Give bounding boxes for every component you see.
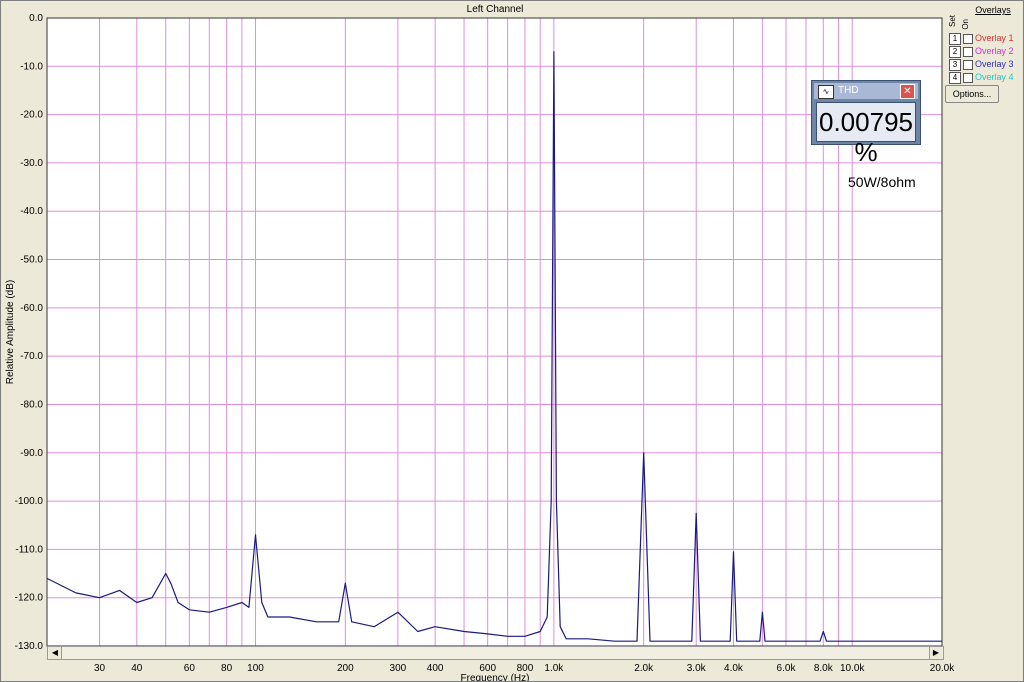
overlay-set-button[interactable]: 4 (949, 72, 961, 84)
y-tick-label: -10.0 (20, 61, 43, 72)
y-tick-label: -80.0 (20, 399, 43, 410)
overlay-set-button[interactable]: 1 (949, 33, 961, 45)
close-icon[interactable]: ✕ (900, 84, 915, 99)
analyzer-window: Left Channel Frequency (Hz) Relative Amp… (0, 0, 1024, 682)
y-tick-label: -110.0 (15, 544, 43, 555)
y-tick-label: -130.0 (15, 641, 44, 652)
x-tick-label: 30 (94, 663, 106, 674)
plot-background (46, 17, 943, 647)
x-tick-label: 10.0k (840, 663, 865, 674)
y-tick-label: -90.0 (20, 448, 43, 459)
y-axis-label: Relative Amplitude (dB) (5, 280, 16, 385)
overlay-checkbox[interactable] (963, 47, 973, 57)
options-button[interactable]: Options... (945, 85, 999, 103)
chart-title: Left Channel (467, 4, 524, 15)
thd-meter: ∿ THD ✕ 0.00795 % (811, 80, 921, 167)
x-tick-label: 6.0k (777, 663, 797, 674)
overlays-title: Overlays (975, 5, 1011, 15)
y-tick-label: -120.0 (15, 593, 44, 604)
overlay-checkbox[interactable] (963, 73, 973, 83)
x-tick-label: 80 (221, 663, 233, 674)
x-tick-label: 100 (247, 663, 264, 674)
thd-value: 0.00795 % (819, 107, 913, 167)
chart-annotation: 50W/8ohm (848, 174, 916, 190)
y-tick-label: -40.0 (20, 206, 43, 217)
x-tick-label: 20.0k (930, 663, 955, 674)
waveform-icon: ∿ (818, 85, 834, 99)
y-tick-label: -100.0 (15, 496, 44, 507)
x-tick-label: 300 (390, 663, 407, 674)
x-tick-label: 1.0k (544, 663, 564, 674)
overlay-row: 4 Overlay 4 (949, 72, 1023, 84)
thd-value-display: 0.00795 % (816, 102, 916, 167)
y-tick-label: -50.0 (20, 255, 43, 266)
y-tick-label: -70.0 (20, 351, 43, 362)
x-axis-label: Frequency (Hz) (461, 673, 530, 681)
overlay-checkbox[interactable] (963, 60, 973, 70)
x-tick-label: 600 (479, 663, 496, 674)
scroll-left-icon[interactable]: ◀ (49, 647, 62, 659)
x-tick-label: 40 (131, 663, 143, 674)
x-axis-ticks: 30 40 60 80 100 200 300 400 600 800 1.0k 2.0k 3.0k 4.… (94, 663, 955, 674)
x-tick-label: 800 (517, 663, 534, 674)
y-tick-label: -20.0 (20, 110, 43, 121)
x-tick-label: 400 (427, 663, 444, 674)
plot-area (46, 17, 943, 647)
x-tick-label: 8.0k (814, 663, 834, 674)
overlay-set-button[interactable]: 3 (949, 59, 961, 71)
overlay-row: 1 Overlay 1 (949, 33, 1023, 45)
scroll-right-icon[interactable]: ▶ (929, 647, 942, 659)
y-tick-label: -60.0 (20, 303, 43, 314)
y-axis-ticks: 0.0 -10.0 -20.0 -30.0 -40.0 -50.0 -60.0 -70.0 -8… (15, 13, 44, 652)
overlay-checkbox[interactable] (963, 34, 973, 44)
on-column-label: On (961, 19, 970, 30)
overlay-label: Overlay 1 (975, 33, 1014, 43)
horizontal-scrollbar[interactable]: ◀ ▶ (47, 646, 944, 660)
y-tick-label: 0.0 (29, 13, 43, 24)
overlay-label: Overlay 2 (975, 46, 1014, 56)
overlay-row: 3 Overlay 3 (949, 59, 1023, 71)
x-tick-label: 200 (337, 663, 354, 674)
x-tick-label: 60 (184, 663, 196, 674)
overlay-set-button[interactable]: 2 (949, 46, 961, 58)
x-tick-label: 2.0k (634, 663, 654, 674)
set-column-label: Set (948, 15, 957, 28)
thd-title: THD (838, 85, 859, 96)
thd-titlebar[interactable]: ∿ THD ✕ (814, 83, 918, 99)
x-tick-label: 3.0k (687, 663, 707, 674)
x-tick-label: 4.0k (724, 663, 744, 674)
overlay-label: Overlay 3 (975, 59, 1014, 69)
y-tick-label: -30.0 (20, 158, 43, 169)
overlay-row: 2 Overlay 2 (949, 46, 1023, 58)
overlay-label: Overlay 4 (975, 72, 1014, 82)
